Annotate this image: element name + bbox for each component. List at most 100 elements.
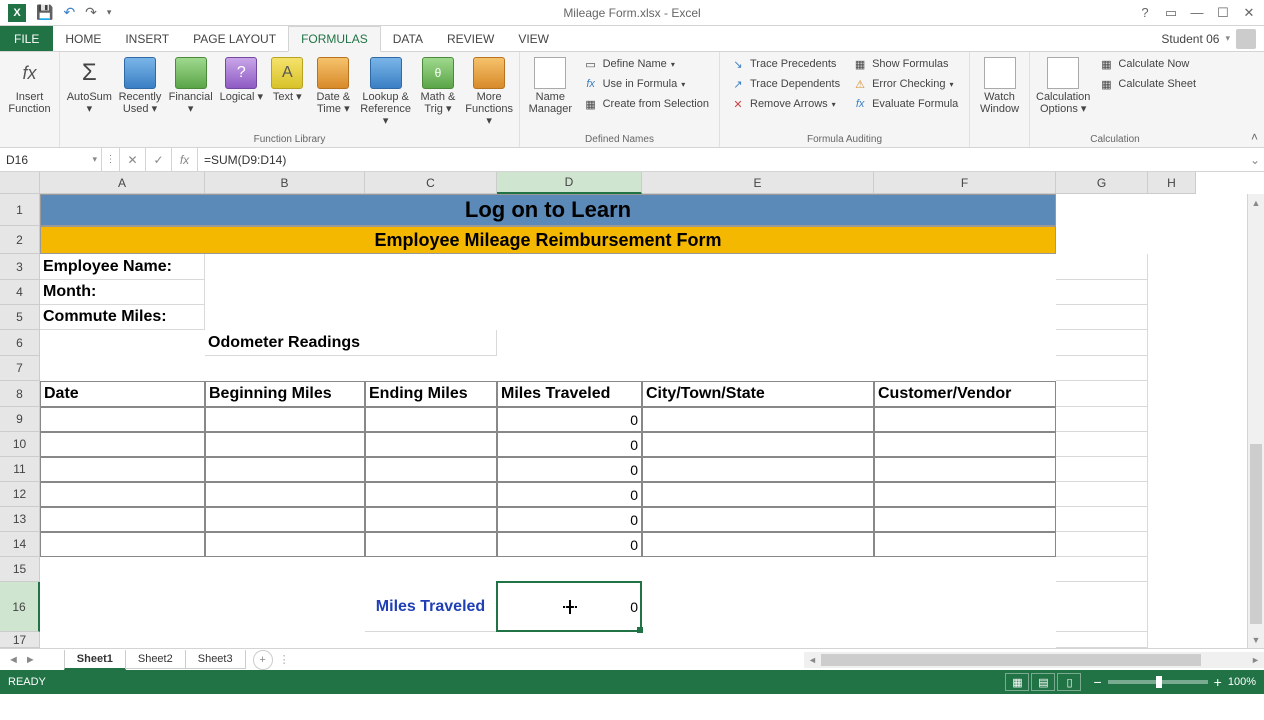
data-cell[interactable] — [874, 532, 1056, 557]
data-cell[interactable] — [365, 532, 497, 557]
hdr-beginning[interactable]: Beginning Miles — [205, 381, 365, 407]
row-header-6[interactable]: 6 — [0, 330, 40, 356]
normal-view-icon[interactable]: ▦ — [1005, 673, 1029, 691]
data-cell[interactable] — [40, 482, 205, 507]
tab-formulas[interactable]: FORMULAS — [288, 26, 381, 52]
blank-cell[interactable] — [1056, 457, 1148, 482]
expand-formula-bar-icon[interactable]: ⌄ — [1246, 148, 1264, 171]
label-employee-name[interactable]: Employee Name: — [40, 254, 205, 280]
user-avatar-icon[interactable] — [1236, 29, 1256, 49]
enter-formula-icon[interactable]: ✓ — [146, 148, 172, 171]
blank-cell[interactable] — [1056, 632, 1148, 648]
insert-function-button[interactable]: fx Insert Function — [6, 55, 53, 117]
sheet-nav-next-icon[interactable]: ► — [25, 654, 36, 666]
label-commute-miles[interactable]: Commute Miles: — [40, 305, 205, 330]
insert-function-fx-icon[interactable]: fx — [172, 148, 198, 171]
hdr-city[interactable]: City/Town/State — [642, 381, 874, 407]
zoom-level[interactable]: 100% — [1228, 676, 1256, 688]
blank-cell[interactable] — [1056, 381, 1148, 407]
data-cell[interactable]: 0 — [497, 507, 642, 532]
evaluate-formula-button[interactable]: fxEvaluate Formula — [848, 95, 962, 113]
column-header-H[interactable]: H — [1148, 172, 1196, 194]
error-checking-button[interactable]: ⚠Error Checking ▾ — [848, 75, 962, 93]
page-layout-view-icon[interactable]: ▤ — [1031, 673, 1055, 691]
row-header-3[interactable]: 3 — [0, 254, 40, 280]
calculate-now-button[interactable]: ▦Calculate Now — [1094, 55, 1200, 73]
scroll-left-icon[interactable]: ◄ — [804, 655, 821, 665]
tab-review[interactable]: REVIEW — [435, 26, 506, 51]
data-cell[interactable] — [874, 482, 1056, 507]
show-formulas-button[interactable]: ▦Show Formulas — [848, 55, 962, 73]
data-cell[interactable] — [874, 457, 1056, 482]
formula-input[interactable]: =SUM(D9:D14) — [198, 148, 1246, 171]
column-header-G[interactable]: G — [1056, 172, 1148, 194]
sheet-nav-prev-icon[interactable]: ◄ — [8, 654, 19, 666]
blank-cell[interactable] — [1056, 507, 1148, 532]
blank-cell[interactable] — [1056, 305, 1148, 330]
data-cell[interactable] — [642, 432, 874, 457]
calculate-sheet-button[interactable]: ▦Calculate Sheet — [1094, 75, 1200, 93]
tab-insert[interactable]: INSERT — [113, 26, 181, 51]
data-cell[interactable] — [205, 457, 365, 482]
zoom-out-button[interactable]: − — [1093, 674, 1101, 690]
text-button[interactable]: AText ▾ — [269, 55, 306, 105]
row-header-12[interactable]: 12 — [0, 482, 40, 507]
blank-cell[interactable] — [1056, 432, 1148, 457]
data-cell[interactable] — [642, 407, 874, 432]
row-header-11[interactable]: 11 — [0, 457, 40, 482]
data-cell[interactable] — [642, 532, 874, 557]
data-cell[interactable] — [642, 482, 874, 507]
qat-customize-icon[interactable]: ▾ — [107, 7, 112, 18]
data-cell[interactable] — [205, 482, 365, 507]
date-time-button[interactable]: Date & Time ▾ — [310, 55, 357, 117]
name-manager-button[interactable]: Name Manager — [526, 55, 575, 117]
sheet-tab-3[interactable]: Sheet3 — [185, 650, 246, 669]
column-header-C[interactable]: C — [365, 172, 497, 194]
trace-precedents-button[interactable]: ↘Trace Precedents — [726, 55, 844, 73]
tab-scroll-splitter[interactable]: ⋮ — [273, 653, 296, 666]
row-header-15[interactable]: 15 — [0, 557, 40, 582]
zoom-in-button[interactable]: + — [1214, 674, 1222, 690]
sheet-tab-1[interactable]: Sheet1 — [64, 650, 126, 670]
row-header-10[interactable]: 10 — [0, 432, 40, 457]
horizontal-scrollbar[interactable]: ◄ ► — [804, 652, 1264, 668]
column-header-B[interactable]: B — [205, 172, 365, 194]
save-icon[interactable]: 💾 — [36, 4, 53, 21]
cancel-formula-icon[interactable]: ✕ — [120, 148, 146, 171]
data-cell[interactable]: 0 — [497, 532, 642, 557]
define-name-button[interactable]: ▭Define Name ▾ — [579, 55, 713, 73]
data-cell[interactable] — [205, 407, 365, 432]
data-cell[interactable] — [40, 432, 205, 457]
sheet-tab-2[interactable]: Sheet2 — [125, 650, 186, 669]
data-cell[interactable] — [365, 507, 497, 532]
tab-home[interactable]: HOME — [53, 26, 113, 51]
data-cell[interactable] — [205, 532, 365, 557]
row-header-8[interactable]: 8 — [0, 381, 40, 407]
data-cell[interactable] — [40, 407, 205, 432]
blank-cell[interactable] — [1056, 482, 1148, 507]
tab-page-layout[interactable]: PAGE LAYOUT — [181, 26, 288, 51]
scroll-right-icon[interactable]: ► — [1247, 655, 1264, 665]
column-header-D[interactable]: D — [497, 172, 642, 194]
add-sheet-button[interactable]: + — [253, 650, 273, 670]
vertical-scrollbar[interactable]: ▲ ▼ — [1247, 194, 1264, 648]
calculation-options-button[interactable]: Calculation Options ▾ — [1036, 55, 1090, 117]
data-cell[interactable] — [205, 507, 365, 532]
trace-dependents-button[interactable]: ↗Trace Dependents — [726, 75, 844, 93]
hdr-date[interactable]: Date — [40, 381, 205, 407]
vertical-scroll-thumb[interactable] — [1250, 444, 1262, 624]
column-header-F[interactable]: F — [874, 172, 1056, 194]
row-header-16[interactable]: 16 — [0, 582, 40, 632]
blank-cell[interactable] — [1056, 532, 1148, 557]
label-odometer[interactable]: Odometer Readings — [205, 330, 497, 356]
scroll-up-icon[interactable]: ▲ — [1248, 194, 1264, 211]
scroll-down-icon[interactable]: ▼ — [1248, 631, 1264, 648]
row-header-5[interactable]: 5 — [0, 305, 40, 330]
autosum-button[interactable]: ΣAutoSum ▾ — [66, 55, 113, 117]
label-miles-traveled-total[interactable]: Miles Traveled — [365, 582, 497, 632]
data-cell[interactable] — [365, 407, 497, 432]
data-cell[interactable]: 0 — [497, 432, 642, 457]
data-cell[interactable] — [40, 532, 205, 557]
data-cell[interactable]: 0 — [497, 407, 642, 432]
blank-cell[interactable] — [1056, 407, 1148, 432]
